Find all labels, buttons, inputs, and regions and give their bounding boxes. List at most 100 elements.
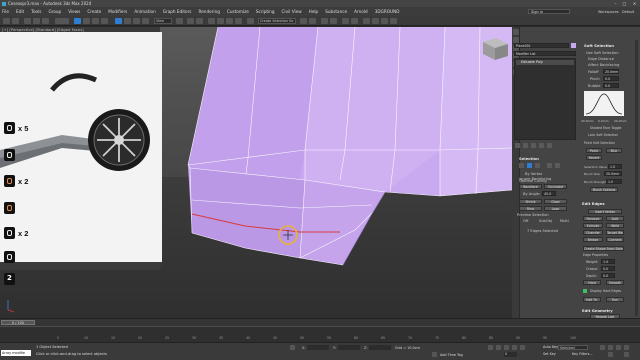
window-crossing-icon[interactable]: [101, 18, 108, 24]
weld-button[interactable]: Weld: [606, 223, 624, 228]
current-frame-field[interactable]: 0: [504, 352, 517, 357]
vertex-mode-icon[interactable]: [519, 163, 524, 168]
insert-vertex-button[interactable]: Insert Vertex: [588, 209, 622, 214]
menu-views[interactable]: Views: [68, 9, 80, 14]
shaded-face-toggle[interactable]: Shaded Face Toggle: [590, 126, 621, 130]
remove-button[interactable]: Remove: [583, 216, 603, 221]
border-mode-icon[interactable]: [535, 163, 540, 168]
reference-coord-dropdown[interactable]: View: [154, 18, 172, 24]
bridge-button[interactable]: Bridge: [583, 237, 603, 242]
by-vertex-checkbox[interactable]: By Vertex: [525, 172, 542, 176]
toggle-scene-explorer-icon[interactable]: [321, 18, 328, 24]
edit-edges-header[interactable]: Edit Edges: [582, 201, 605, 206]
object-name-field[interactable]: Plane001: [514, 43, 569, 48]
shrink-button[interactable]: Shrink: [519, 199, 542, 204]
selection-value-field[interactable]: 1.0: [608, 164, 622, 169]
soft-selection-header[interactable]: Soft Selection: [584, 43, 614, 48]
panel-scrollbar[interactable]: [635, 40, 638, 316]
region-select-icon[interactable]: [92, 18, 99, 24]
configure-sets-icon[interactable]: [547, 143, 552, 148]
render-setup-icon[interactable]: [372, 18, 379, 24]
select-icon[interactable]: [74, 18, 81, 24]
z-coord-field[interactable]: [369, 345, 391, 350]
element-mode-icon[interactable]: [555, 163, 560, 168]
falloff-field[interactable]: 20.0mm: [603, 69, 619, 74]
time-tag-icon[interactable]: [432, 352, 437, 357]
time-slider[interactable]: 0 / 100: [0, 318, 640, 326]
align-icon[interactable]: [309, 18, 316, 24]
percent-snap-icon[interactable]: [226, 18, 233, 24]
pin-stack-icon[interactable]: [515, 143, 520, 148]
play-icon[interactable]: [504, 345, 509, 350]
next-frame-icon[interactable]: [512, 345, 517, 350]
maximize-icon[interactable]: □: [620, 0, 629, 7]
layer-explorer-icon[interactable]: [330, 18, 337, 24]
bind-icon[interactable]: [42, 18, 49, 24]
preview-subobj-radio[interactable]: SubObj: [539, 219, 552, 223]
blur-button[interactable]: Blur: [606, 148, 622, 153]
use-soft-selection-checkbox[interactable]: Use Soft Selection: [586, 51, 619, 55]
rotate-icon[interactable]: [124, 18, 131, 24]
pinch-field[interactable]: 0.0: [603, 76, 619, 81]
schematic-view-icon[interactable]: [351, 18, 358, 24]
mirror-icon[interactable]: [300, 18, 307, 24]
edit-geometry-header[interactable]: Edit Geometry: [582, 308, 613, 313]
create-shape-button[interactable]: Create Shape From Selection: [583, 246, 624, 251]
brush-strength-field[interactable]: 1.0: [606, 179, 622, 184]
close-icon[interactable]: ✕: [630, 0, 639, 7]
maxscript-listener[interactable]: Array modifie: [1, 350, 31, 356]
menu-group[interactable]: Group: [48, 9, 61, 14]
pan-icon[interactable]: [624, 345, 629, 350]
menu-edit[interactable]: Edit: [16, 9, 24, 14]
menu-modifiers[interactable]: Modifiers: [108, 9, 127, 14]
preview-off-radio[interactable]: Off: [523, 219, 528, 223]
preview-multi-radio[interactable]: Multi: [560, 219, 569, 223]
unlink-icon[interactable]: [33, 18, 40, 24]
redo-icon[interactable]: [12, 18, 19, 24]
create-tab-icon[interactable]: [513, 29, 519, 35]
edge-distance-checkbox[interactable]: Edge Distance: [588, 57, 614, 61]
menu-tools[interactable]: Tools: [31, 9, 41, 14]
keyboard-shortcut-icon[interactable]: [196, 18, 203, 24]
menu-customize[interactable]: Customize: [227, 9, 249, 14]
link-icon[interactable]: [24, 18, 31, 24]
place-icon[interactable]: [142, 18, 149, 24]
object-color-swatch[interactable]: [571, 43, 576, 48]
zoom-icon[interactable]: [600, 345, 605, 350]
lock-soft-selection-checkbox[interactable]: Lock Soft Selection: [588, 133, 618, 137]
maximize-viewport-icon[interactable]: [624, 352, 629, 357]
add-time-tag-button[interactable]: Add Time Tag: [440, 353, 463, 357]
polygon-mode-icon[interactable]: [547, 163, 552, 168]
menu-help[interactable]: Help: [309, 9, 319, 14]
filter-icon[interactable]: [55, 18, 69, 24]
angle-snap-icon[interactable]: [217, 18, 224, 24]
split-button[interactable]: Split: [606, 216, 624, 221]
auto-key-button[interactable]: Auto Key: [543, 345, 558, 349]
spinner-snap-icon[interactable]: [235, 18, 242, 24]
go-to-end-icon[interactable]: [520, 345, 525, 350]
hard-button[interactable]: Hard: [583, 280, 601, 285]
weight-field[interactable]: 1.0: [601, 259, 615, 264]
menu-create[interactable]: Create: [87, 9, 101, 14]
menu-file[interactable]: File: [2, 9, 9, 14]
workspaces-dropdown[interactable]: Default: [622, 10, 634, 14]
menu-scripting[interactable]: Scripting: [256, 9, 275, 14]
revert-button[interactable]: Revert: [586, 155, 602, 160]
minimize-icon[interactable]: –: [611, 0, 620, 7]
lock-selection-icon[interactable]: [290, 345, 295, 350]
go-to-start-icon[interactable]: [488, 345, 493, 350]
edge-mode-icon[interactable]: [527, 163, 532, 168]
grow-button[interactable]: Grow: [544, 199, 567, 204]
backface-button[interactable]: Backface: [519, 184, 542, 189]
stack-item-editable-poly[interactable]: Editable Poly: [516, 60, 574, 65]
orbit-icon[interactable]: [616, 345, 621, 350]
snap-toggle-icon[interactable]: [208, 18, 215, 24]
zoom-all-icon[interactable]: [608, 345, 613, 350]
material-editor-icon[interactable]: [363, 18, 370, 24]
modifier-list-dropdown[interactable]: Modifier List: [514, 51, 576, 56]
menu-rendering[interactable]: Rendering: [199, 9, 220, 14]
selection-rollout-header[interactable]: Selection: [519, 156, 539, 161]
menu-substance[interactable]: Substance: [325, 9, 347, 14]
field-of-view-icon[interactable]: [608, 352, 613, 357]
menu-civil-view[interactable]: Civil View: [282, 9, 302, 14]
